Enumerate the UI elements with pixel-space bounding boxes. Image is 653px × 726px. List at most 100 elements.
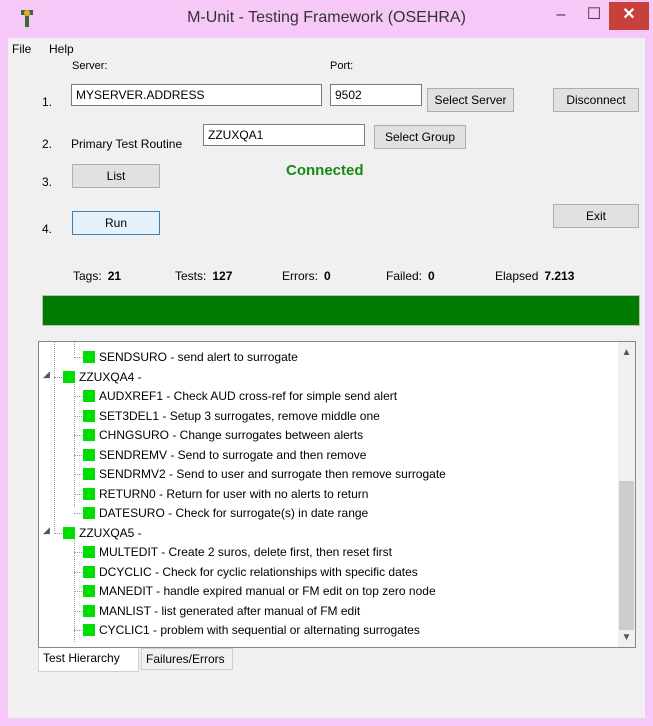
tree-test-node[interactable]: DATESURO - Check for surrogate(s) in dat… (83, 504, 368, 523)
tree-test-node[interactable]: SENDSURO - send alert to surrogate (83, 348, 298, 367)
disconnect-button[interactable]: Disconnect (553, 88, 639, 112)
tree-test-node[interactable]: AUDXREF1 - Check AUD cross-ref for simpl… (83, 387, 397, 406)
tree-scrollbar[interactable]: ▲ ▼ (618, 342, 635, 647)
tab-test-hierarchy[interactable]: Test Hierarchy (38, 648, 139, 672)
step-4-label: 4. (42, 222, 53, 236)
run-button[interactable]: Run (72, 211, 160, 235)
tree-test-node[interactable]: CHNGSURO - Change surrogates between ale… (83, 426, 363, 445)
tree-connector (74, 552, 82, 553)
scroll-thumb[interactable] (619, 481, 634, 630)
collapse-zzuxqa5-icon[interactable]: ◢ (43, 525, 50, 536)
tree-test-node[interactable]: DCYCLIC - Check for cyclic relationships… (83, 563, 418, 582)
menu-file[interactable]: File (12, 42, 31, 56)
pass-status-icon (63, 526, 75, 539)
tree-connector (54, 376, 62, 378)
tree-guide-line (74, 342, 75, 355)
pass-status-icon (83, 468, 95, 480)
tree-connector (74, 396, 82, 397)
tree-node-label: RETURN0 - Return for user with no alerts… (99, 486, 369, 501)
tree-node-label: AUDXREF1 - Check AUD cross-ref for simpl… (99, 389, 398, 403)
scroll-up-icon[interactable]: ▲ (618, 344, 635, 361)
menu-bar: File Help (8, 38, 645, 58)
tree-node-label: MULTEDIT - Create 2 suros, delete first,… (99, 545, 392, 559)
pass-status-icon (63, 370, 75, 383)
tree-guide-line (54, 342, 55, 531)
port-label: Port: (330, 60, 354, 72)
tree-node-label: SENDREMV - Send to surrogate and then re… (99, 447, 367, 462)
port-input[interactable]: 9502 (330, 84, 422, 106)
tree-node-label: CYCLIC1 - problem with sequential or alt… (99, 623, 420, 637)
server-input[interactable]: MYSERVER.ADDRESS (71, 84, 322, 106)
elapsed-stat: Elapsed 7.213 (495, 269, 574, 283)
tests-value: 127 (212, 269, 233, 283)
tree-test-node[interactable]: MANLIST - list generated after manual of… (83, 602, 360, 621)
progress-fill (43, 296, 639, 325)
client-area: File Help Server: Port: 1. MYSERVER.ADDR… (8, 38, 645, 718)
tests-stat: Tests: 127 (175, 269, 232, 283)
tree-test-node[interactable]: MULTEDIT - Create 2 suros, delete first,… (83, 543, 392, 562)
connection-status: Connected (286, 162, 364, 179)
failed-stat: Failed: 0 (386, 269, 435, 283)
pass-status-icon (83, 507, 95, 519)
menu-help[interactable]: Help (49, 42, 74, 56)
tree-node-label: SET3DEL1 - Setup 3 surrogates, remove mi… (99, 408, 380, 423)
failed-value: 0 (428, 269, 435, 283)
tree-node-label: ZZUXQA5 - (79, 525, 142, 540)
tree-node-label: MANEDIT - handle expired manual or FM ed… (99, 584, 436, 598)
tree-test-node[interactable]: SENDRMV2 - Send to user and surrogate th… (83, 465, 446, 484)
tree-connector (74, 513, 82, 514)
list-button[interactable]: List (72, 164, 160, 188)
pass-status-icon (83, 487, 95, 500)
tree-test-node[interactable]: SENDREMV - Send to surrogate and then re… (83, 446, 366, 465)
tree-connector (74, 357, 82, 358)
tree-test-node[interactable]: RETURN0 - Return for user with no alerts… (83, 485, 368, 504)
elapsed-label: Elapsed (495, 269, 539, 283)
routine-label: Primary Test Routine (71, 137, 183, 151)
pass-status-icon (83, 585, 95, 597)
tab-failures-errors[interactable]: Failures/Errors (141, 648, 233, 670)
server-label: Server: (72, 60, 108, 72)
tree-guide-line (74, 380, 75, 507)
pass-status-icon (83, 390, 95, 402)
app-window: M-Unit - Testing Framework (OSEHRA) – ☐ … (0, 0, 653, 726)
tree-connector (74, 415, 82, 417)
elapsed-value: 7.213 (544, 269, 575, 283)
tree-connector (74, 591, 82, 592)
tree-connector (74, 610, 82, 612)
pass-status-icon (83, 624, 95, 636)
pass-status-icon (83, 429, 95, 441)
tree-connector (74, 474, 82, 475)
test-hierarchy-tree[interactable]: ◢ ◢ SENDSURO - send alert to surrogate ZZ… (38, 341, 636, 648)
minimize-button[interactable]: – (548, 2, 574, 30)
tags-label: Tags: (73, 269, 102, 283)
title-bar[interactable]: M-Unit - Testing Framework (OSEHRA) – ☐ … (0, 0, 653, 38)
exit-button[interactable]: Exit (553, 204, 639, 228)
tree-connector (74, 435, 82, 436)
maximize-button[interactable]: ☐ (580, 2, 608, 30)
step-2-label: 2. (42, 137, 53, 151)
failed-label: Failed: (386, 269, 423, 283)
pass-status-icon (83, 351, 95, 363)
tree-test-node[interactable]: SET3DEL1 - Setup 3 surrogates, remove mi… (83, 407, 380, 426)
collapse-zzuxqa4-icon[interactable]: ◢ (43, 369, 50, 380)
tree-group-node[interactable]: ZZUXQA4 - (63, 368, 142, 387)
pass-status-icon (83, 604, 95, 617)
tests-label: Tests: (175, 269, 207, 283)
step-1-label: 1. (42, 95, 53, 109)
tree-connector (74, 454, 82, 456)
tree-test-node[interactable]: MANEDIT - handle expired manual or FM ed… (83, 582, 436, 601)
pass-status-icon (83, 546, 95, 558)
routine-input[interactable]: ZZUXQA1 (203, 124, 365, 146)
tree-connector (74, 493, 82, 495)
tree-node-label: DCYCLIC - Check for cyclic relationships… (99, 564, 418, 579)
step-3-label: 3. (42, 175, 53, 189)
tree-connector (74, 571, 82, 573)
select-group-button[interactable]: Select Group (374, 125, 466, 149)
tree-group-node[interactable]: ZZUXQA5 - (63, 524, 142, 543)
scroll-down-icon[interactable]: ▼ (618, 629, 635, 646)
tags-value: 21 (107, 269, 122, 283)
close-button[interactable]: ✕ (609, 2, 649, 30)
errors-stat: Errors: 0 (282, 269, 331, 283)
tree-test-node[interactable]: CYCLIC1 - problem with sequential or alt… (83, 621, 420, 640)
select-server-button[interactable]: Select Server (427, 88, 514, 112)
